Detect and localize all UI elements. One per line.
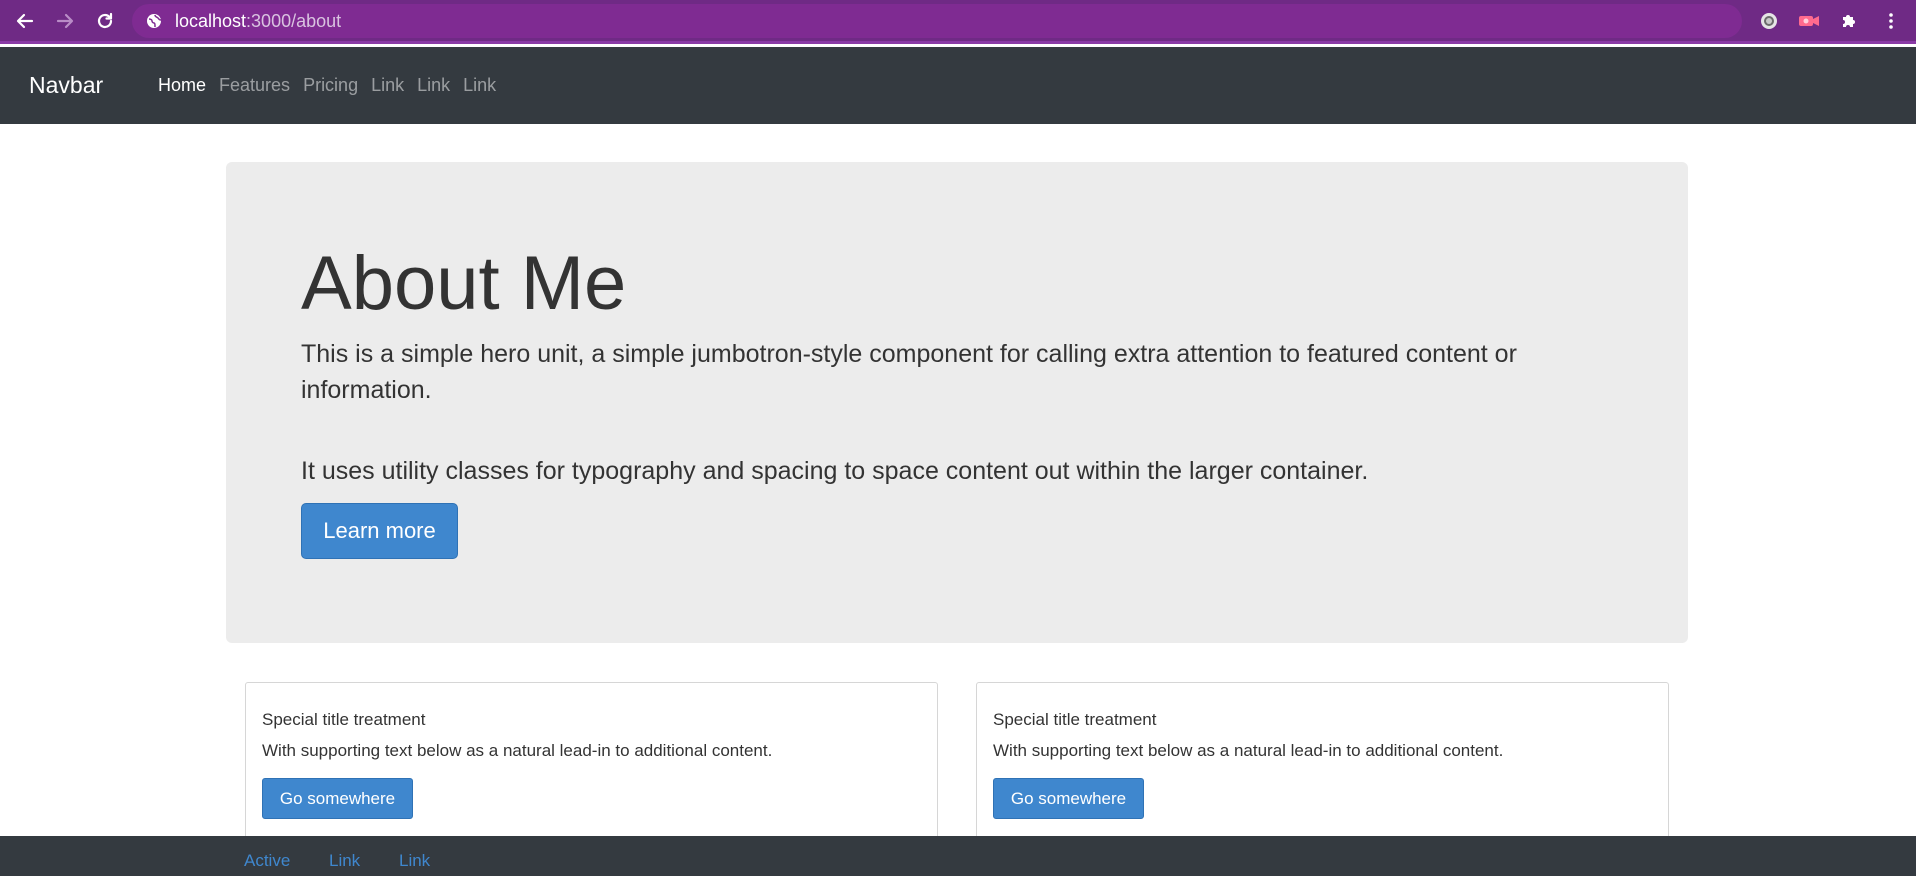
nav-link-3[interactable]: Link <box>463 75 496 96</box>
card: Special title treatment With supporting … <box>976 682 1669 842</box>
browser-toolbar: localhost:3000/about <box>0 0 1916 44</box>
address-bar[interactable]: localhost:3000/about <box>132 4 1742 38</box>
footer-link-2[interactable]: Link <box>399 836 430 886</box>
jumbotron-body: It uses utility classes for typography a… <box>301 457 1369 485</box>
puzzle-icon <box>1843 15 1855 27</box>
nav-link-features[interactable]: Features <box>219 75 290 96</box>
url-host: localhost <box>175 11 247 31</box>
back-arrow-icon <box>16 13 34 29</box>
card-text: With supporting text below as a natural … <box>993 741 1504 760</box>
go-somewhere-button[interactable]: Go somewhere <box>993 778 1144 819</box>
navbar-brand[interactable]: Navbar <box>29 47 103 124</box>
nav-link-1[interactable]: Link <box>371 75 404 96</box>
card-text: With supporting text below as a natural … <box>262 741 773 760</box>
browser-menu-button[interactable] <box>1874 4 1908 38</box>
card-title: Special title treatment <box>993 710 1157 729</box>
reload-icon <box>97 12 113 29</box>
learn-more-button[interactable]: Learn more <box>301 503 458 559</box>
url-text: localhost:3000/about <box>175 4 341 38</box>
kebab-menu-icon <box>1889 13 1893 29</box>
record-extension-button[interactable] <box>1792 4 1826 38</box>
forward-button[interactable] <box>48 4 82 38</box>
footer-link-active[interactable]: Active <box>244 836 290 886</box>
back-button[interactable] <box>8 4 42 38</box>
forward-arrow-icon <box>56 13 74 29</box>
jumbotron: About Me This is a simple hero unit, a s… <box>226 162 1688 643</box>
footer-link-1[interactable]: Link <box>329 836 360 886</box>
go-somewhere-button[interactable]: Go somewhere <box>262 778 413 819</box>
extension-circle-icon <box>1761 13 1777 29</box>
site-info-icon[interactable] <box>146 13 162 29</box>
jumbotron-lead: This is a simple hero unit, a simple jum… <box>301 340 1517 404</box>
url-path: :3000/about <box>246 11 342 31</box>
card-title: Special title treatment <box>262 710 426 729</box>
extension-button[interactable] <box>1752 4 1786 38</box>
nav-link-home[interactable]: Home <box>158 75 206 96</box>
card: Special title treatment With supporting … <box>245 682 938 842</box>
site-navbar: Navbar Home Features Pricing Link Link L… <box>0 47 1916 124</box>
page-title: About Me <box>301 241 627 326</box>
extensions-menu-button[interactable] <box>1832 4 1866 38</box>
nav-link-2[interactable]: Link <box>417 75 450 96</box>
footer-nav: Active Link Link <box>0 836 1916 876</box>
reload-button[interactable] <box>88 4 122 38</box>
navbar-links: Home Features Pricing Link Link Link <box>158 47 509 124</box>
video-record-icon <box>1799 16 1819 26</box>
nav-link-pricing[interactable]: Pricing <box>303 75 358 96</box>
